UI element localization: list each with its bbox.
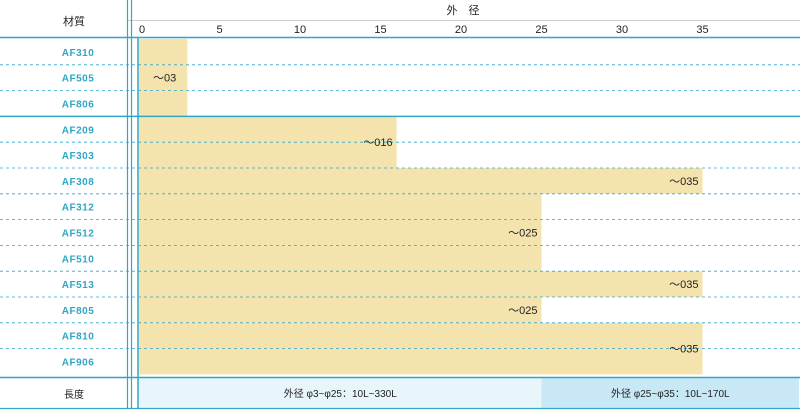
material-label: AF209 [62,125,95,136]
material-label: AF806 [62,100,95,111]
range-label: ～035 [669,344,698,356]
bar-af805 [139,297,542,323]
diameter-header: 外 径 [447,4,480,17]
x-tick-label: 30 [616,24,628,36]
x-tick-label: 5 [216,24,222,36]
bar-af308 [139,168,703,194]
range-label: ～025 [508,305,537,317]
x-tick-label: 25 [535,24,547,36]
x-tick-label: 0 [139,24,145,36]
x-tick-label: 20 [455,24,467,36]
bar-af303 [139,142,397,168]
x-tick-label: 10 [294,24,306,36]
range-label: ～035 [669,279,698,291]
length-segment-label: 外径 φ25~φ35：10L~170L [611,387,730,400]
material-label: AF805 [62,306,95,317]
bar-af512 [139,219,542,246]
range-label: ～035 [669,176,698,188]
material-label: AF303 [62,151,95,162]
material-label: AF512 [62,229,95,240]
bar-af906 [139,348,703,375]
material-label: AF312 [62,203,95,214]
bar-af310 [139,39,188,65]
length-label: 長度 [64,388,84,401]
material-label: AF310 [62,48,95,59]
material-label: AF906 [62,358,95,369]
bar-af806 [139,90,188,117]
x-tick-label: 15 [374,24,386,36]
material-label: AF505 [62,74,95,85]
material-label: AF510 [62,254,95,265]
bar-af312 [139,193,542,220]
material-label: AF513 [62,280,95,291]
material-label: AF810 [62,332,95,343]
bar-af513 [139,271,703,297]
x-tick-label: 35 [696,24,708,36]
diameter-range-chart: 材質 外 径 長度 0 5 10 15 20 25 30 35 AF310 AF505 AF806 A… [0,0,800,410]
bar-af810 [139,322,703,349]
material-header: 材質 [63,14,85,28]
material-label: AF308 [62,177,95,188]
bar-af510 [139,245,542,272]
range-label: ～016 [363,137,392,149]
range-label: ～03 [153,73,176,85]
length-segment-label: 外径 φ3~φ25：10L~330L [284,387,397,400]
bar-af209 [139,116,397,143]
range-label: ～025 [508,228,537,240]
